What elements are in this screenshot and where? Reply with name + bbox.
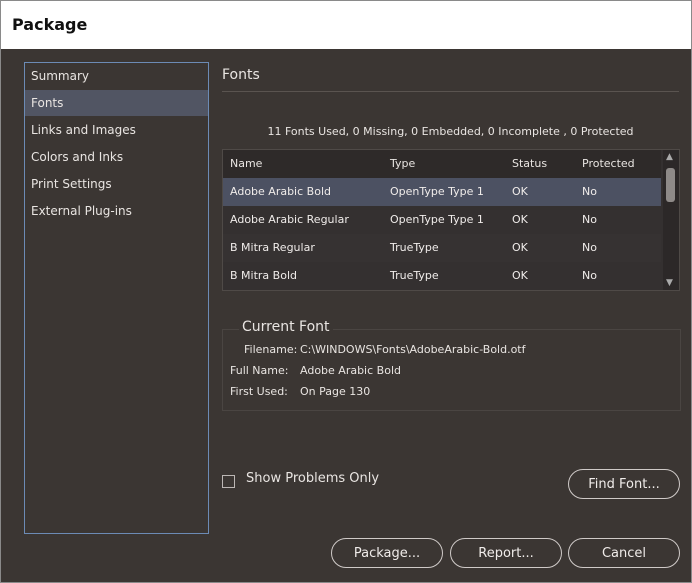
cell-name: B Mitra Regular [230,241,315,254]
sidebar-item-colors-and-inks[interactable]: Colors and Inks [25,144,208,170]
first-used-label: First Used: [230,385,288,398]
chevron-up-icon[interactable]: ▲ [666,152,673,162]
cancel-button[interactable]: Cancel [568,538,680,568]
sidebar-item-fonts[interactable]: Fonts [25,90,208,116]
window-title: Package [12,15,88,34]
cell-type: TrueType [390,269,439,282]
column-header-name[interactable]: Name [230,150,262,178]
current-font-group [222,329,681,411]
full-name-value: Adobe Arabic Bold [300,364,401,377]
cell-name: Adobe Arabic Regular [230,213,349,226]
cell-status: OK [512,241,528,254]
current-font-title: Current Font [239,319,333,335]
report-button[interactable]: Report... [450,538,562,568]
filename-value: C:\WINDOWS\Fonts\AdobeArabic-Bold.otf [300,343,526,356]
cell-protected: No [582,185,597,198]
section-title: Fonts [222,67,260,83]
sidebar: Summary Fonts Links and Images Colors an… [24,62,209,534]
table-header: Name Type Status Protected [223,150,661,178]
table-row[interactable]: B Mitra Bold TrueType OK No [223,262,661,290]
cell-status: OK [512,213,528,226]
table-row[interactable]: B Mitra Regular TrueType OK No [223,234,661,262]
cell-protected: No [582,213,597,226]
full-name-label: Full Name: [230,364,289,377]
column-header-type[interactable]: Type [390,150,415,178]
package-button[interactable]: Package... [331,538,443,568]
find-font-button[interactable]: Find Font... [568,469,680,499]
filename-label: Filename: [244,343,298,356]
cell-status: OK [512,269,528,282]
sidebar-item-links-and-images[interactable]: Links and Images [25,117,208,143]
cell-type: OpenType Type 1 [390,185,484,198]
table-row[interactable]: Adobe Arabic Regular OpenType Type 1 OK … [223,206,661,234]
sidebar-item-external-plug-ins[interactable]: External Plug-ins [25,198,208,224]
column-header-protected[interactable]: Protected [582,150,635,178]
cell-protected: No [582,269,597,282]
fonts-summary: 11 Fonts Used, 0 Missing, 0 Embedded, 0 … [267,125,634,138]
show-problems-checkbox[interactable] [222,475,235,488]
package-dialog: Package Summary Fonts Links and Images C… [0,0,692,583]
cell-name: B Mitra Bold [230,269,297,282]
cell-protected: No [582,241,597,254]
title-bar: Package [1,1,691,49]
sidebar-item-print-settings[interactable]: Print Settings [25,171,208,197]
fonts-table: Name Type Status Protected Adobe Arabic … [222,149,680,291]
cell-name: Adobe Arabic Bold [230,185,331,198]
table-row[interactable]: Adobe Arabic Bold OpenType Type 1 OK No [223,178,661,206]
table-scrollbar[interactable]: ▲ ▼ [663,150,679,290]
column-header-status[interactable]: Status [512,150,547,178]
cell-type: OpenType Type 1 [390,213,484,226]
show-problems-label[interactable]: Show Problems Only [246,471,379,486]
cell-status: OK [512,185,528,198]
scrollbar-thumb[interactable] [666,168,675,202]
section-divider [222,91,679,92]
sidebar-item-summary[interactable]: Summary [25,63,208,89]
first-used-value: On Page 130 [300,385,371,398]
cell-type: TrueType [390,241,439,254]
chevron-down-icon[interactable]: ▼ [666,278,673,288]
